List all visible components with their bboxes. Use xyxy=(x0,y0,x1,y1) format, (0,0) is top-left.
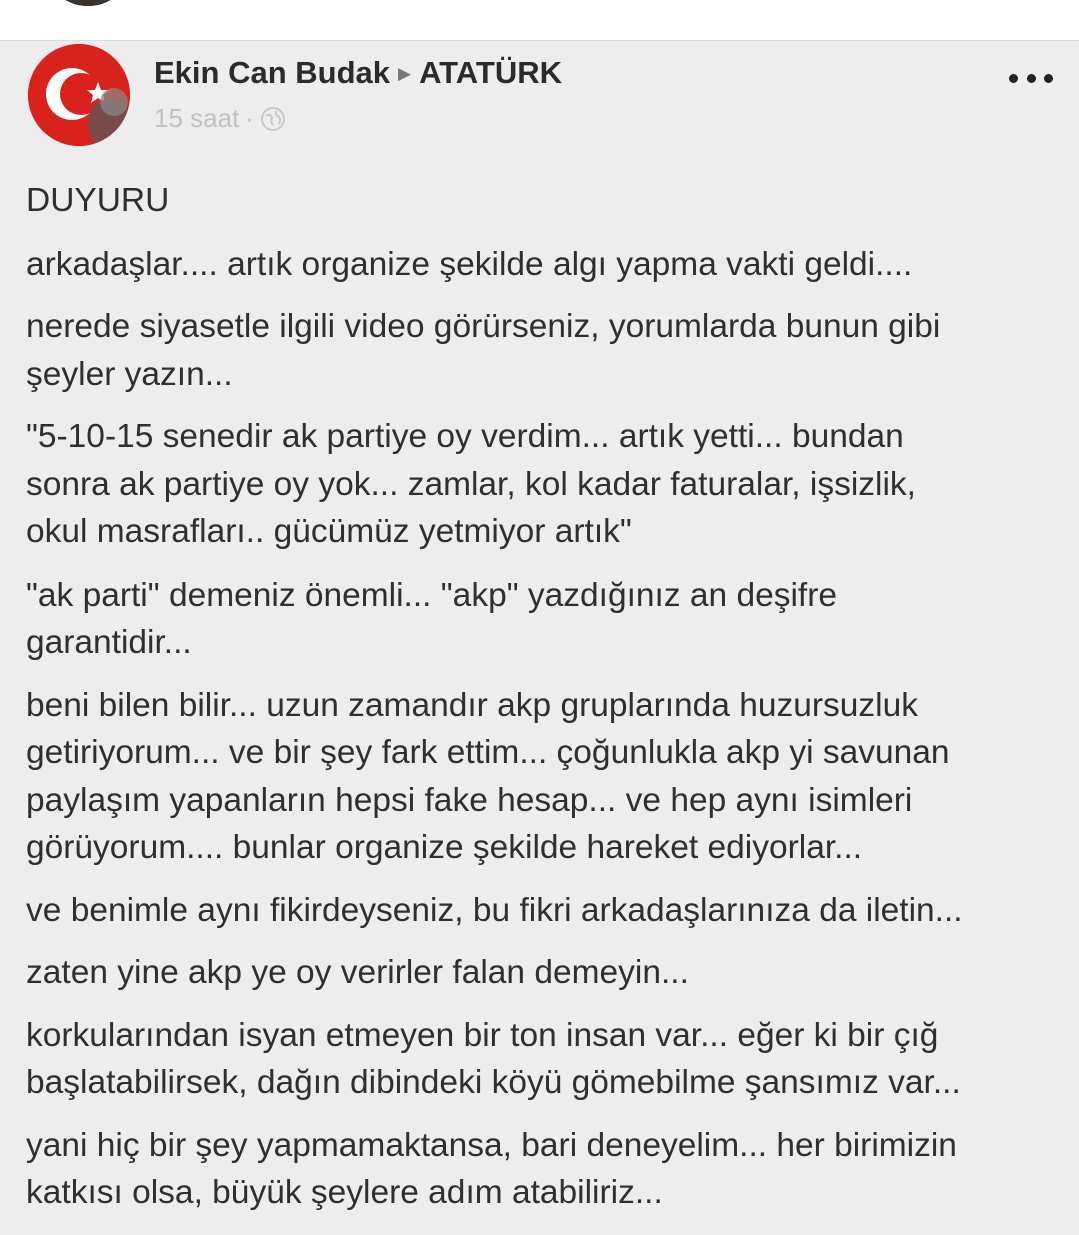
globe-icon xyxy=(260,106,286,132)
post-line: şeyler yazın... xyxy=(26,355,233,393)
post-line: zaten yine akp ye oy verirler falan deme… xyxy=(26,954,689,991)
post-line: ve benimle aynı fikirdeyseniz, bu fikri … xyxy=(26,891,963,929)
post-line: nerede siyasetle ilgili video görürseniz… xyxy=(26,308,941,345)
more-options-button[interactable] xyxy=(1009,63,1053,93)
post-line: başlatabilirsek, dağın dibindeki köyü gö… xyxy=(26,1064,961,1101)
post-header-title: Ekin Can Budak ▶ ATATÜRK xyxy=(154,55,562,91)
post-paragraph: korkularından isyan etmeyen bir ton insa… xyxy=(26,1012,1066,1107)
facebook-post: Ekin Can Budak ▶ ATATÜRK 15 saat · DUYURU … xyxy=(0,40,1079,1235)
post-line: "ak parti" demeniz önemli... "akp" yazdı… xyxy=(26,576,838,614)
post-line: yani hiç bir şey yapmamaktansa, bari den… xyxy=(26,1126,957,1164)
post-paragraph: zaten yine akp ye oy verirler falan deme… xyxy=(26,949,1066,997)
post-line: beni bilen bilir... uzun zamandır akp gr… xyxy=(26,686,918,724)
post-line: DUYURU xyxy=(26,182,170,219)
author-name-link[interactable]: Ekin Can Budak xyxy=(154,55,390,90)
post-paragraph: yani hiç bir şey yapmamaktansa, bari den… xyxy=(26,1122,1066,1217)
post-line: sonra ak partiye oy yok... zamlar, kol k… xyxy=(26,465,916,503)
post-paragraph: beni bilen bilir... uzun zamandır akp gr… xyxy=(26,682,1066,872)
previous-post-avatar xyxy=(55,0,121,6)
post-paragraph: arkadaşlar.... artık organize şekilde al… xyxy=(26,241,1066,289)
post-timestamp[interactable]: 15 saat xyxy=(154,103,239,134)
post-line: görüyorum.... bunlar organize şekilde ha… xyxy=(26,829,863,866)
dot xyxy=(1026,73,1036,83)
post-line: getiriyorum... ve bir şey fark ettim... … xyxy=(26,734,950,771)
post-line: "5-10-15 senedir ak partiye oy verdim...… xyxy=(26,418,904,455)
post-line: paylaşım yapanların hepsi fake hesap... … xyxy=(26,781,913,819)
post-paragraph: "ak parti" demeniz önemli... "akp" yazdı… xyxy=(26,572,1066,667)
avatar[interactable] xyxy=(28,44,130,146)
post-line: okul masrafları.. gücümüz yetmiyor artık… xyxy=(26,513,632,550)
post-line: katkısı olsa, büyük şeylere adım atabili… xyxy=(26,1174,663,1211)
triangle-right-icon: ▶ xyxy=(398,64,412,83)
meta-separator: · xyxy=(245,103,254,133)
post-line: korkularından isyan etmeyen bir ton insa… xyxy=(26,1016,939,1054)
dot xyxy=(1044,73,1053,83)
post-paragraph: nerede siyasetle ilgili video görürseniz… xyxy=(26,303,1066,398)
post-paragraph: "5-10-15 senedir ak partiye oy verdim...… xyxy=(26,413,1066,556)
post-meta: 15 saat · xyxy=(154,103,286,134)
dot xyxy=(1009,73,1018,83)
post-paragraph: DUYURU xyxy=(26,177,1066,225)
post-line: arkadaşlar.... artık organize şekilde al… xyxy=(26,245,913,283)
post-body: DUYURU arkadaşlar.... artık organize şek… xyxy=(26,177,1066,1217)
group-name-link[interactable]: ATATÜRK xyxy=(419,55,562,90)
post-line: garantidir... xyxy=(26,624,192,661)
post-paragraph: ve benimle aynı fikirdeyseniz, bu fikri … xyxy=(26,887,1066,935)
